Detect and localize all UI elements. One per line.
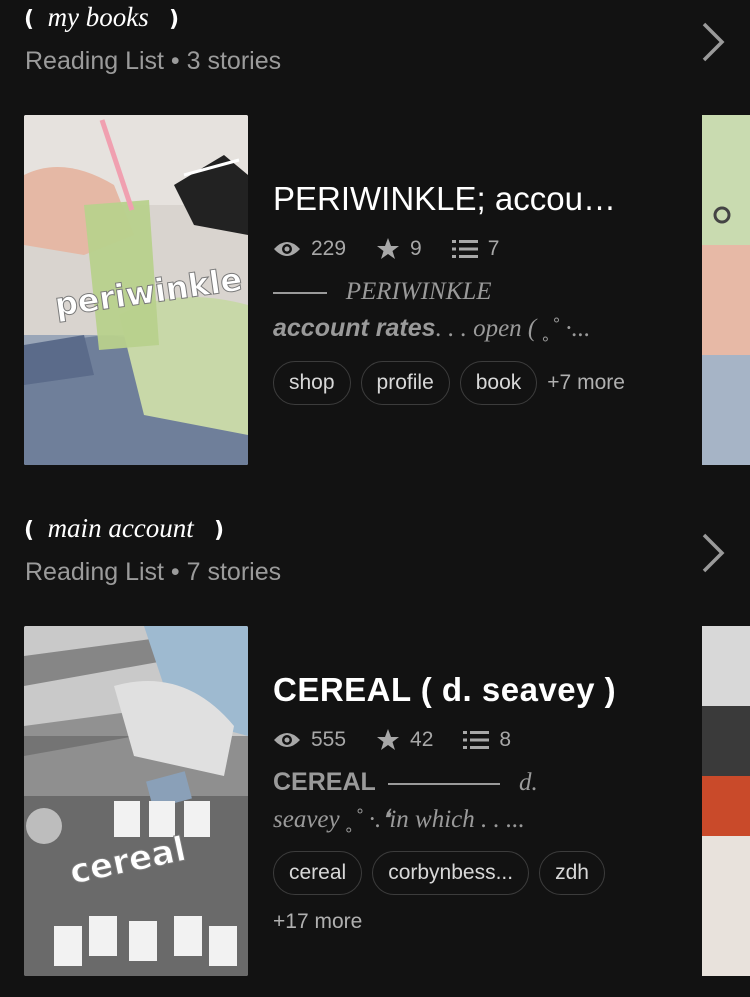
more-tags-link[interactable]: +7 more bbox=[547, 371, 625, 395]
chevron-right-icon[interactable] bbox=[694, 20, 730, 64]
story-tags: shop profile book +7 more bbox=[273, 361, 625, 405]
reading-list-title[interactable]: ( main account ) bbox=[24, 513, 224, 544]
tag-chip[interactable]: book bbox=[459, 361, 538, 405]
tag-chip[interactable]: zdh bbox=[539, 851, 605, 895]
reads-count: 555 bbox=[311, 728, 347, 751]
reads-stat: 555 bbox=[273, 728, 346, 752]
tag-chip[interactable]: corbynbess... bbox=[372, 851, 530, 895]
parts-count: 8 bbox=[499, 728, 512, 751]
votes-stat: 9 bbox=[376, 237, 422, 261]
list-icon bbox=[451, 240, 478, 258]
eye-icon bbox=[274, 733, 300, 747]
eye-icon bbox=[274, 242, 300, 256]
reads-count: 229 bbox=[311, 237, 347, 260]
story-title[interactable]: CEREAL ( d. seavey ) bbox=[273, 671, 723, 709]
story-tags: cereal corbynbess... zdh bbox=[273, 851, 615, 895]
next-story-cover-peek[interactable] bbox=[702, 115, 750, 465]
more-tags-link[interactable]: +17 more bbox=[273, 910, 362, 934]
chevron-right-icon[interactable] bbox=[694, 531, 730, 575]
reads-stat: 229 bbox=[273, 237, 346, 261]
parts-count: 7 bbox=[487, 237, 500, 260]
tag-chip[interactable]: shop bbox=[273, 361, 351, 405]
star-icon bbox=[377, 729, 400, 750]
parts-stat: 7 bbox=[451, 237, 500, 261]
story-stats: 555 42 8 bbox=[273, 725, 541, 755]
reading-list-subtitle: Reading List • 7 stories bbox=[25, 558, 282, 586]
tag-chip[interactable]: profile bbox=[360, 361, 450, 405]
votes-count: 9 bbox=[410, 237, 422, 260]
reading-list-title[interactable]: ( my books ) bbox=[24, 2, 179, 33]
list-icon bbox=[463, 731, 490, 749]
story-description: CEREAL d. seavey ˳˚ ·.❛in which . . ... bbox=[273, 768, 538, 833]
votes-count: 42 bbox=[410, 728, 434, 751]
tag-chip[interactable]: cereal bbox=[273, 851, 363, 895]
story-stats: 229 9 7 bbox=[273, 234, 529, 264]
story-cover[interactable]: periwinkle bbox=[24, 115, 248, 465]
story-description: PERIWINKLE account rates. . . open ( ˳˚ … bbox=[273, 278, 591, 342]
story-title[interactable]: PERIWINKLE; accou… bbox=[273, 180, 723, 218]
story-cover[interactable]: cereal bbox=[24, 626, 248, 976]
star-icon bbox=[377, 238, 400, 259]
parts-stat: 8 bbox=[463, 728, 511, 752]
reading-list-subtitle: Reading List • 3 stories bbox=[25, 47, 282, 75]
votes-stat: 42 bbox=[376, 728, 433, 752]
